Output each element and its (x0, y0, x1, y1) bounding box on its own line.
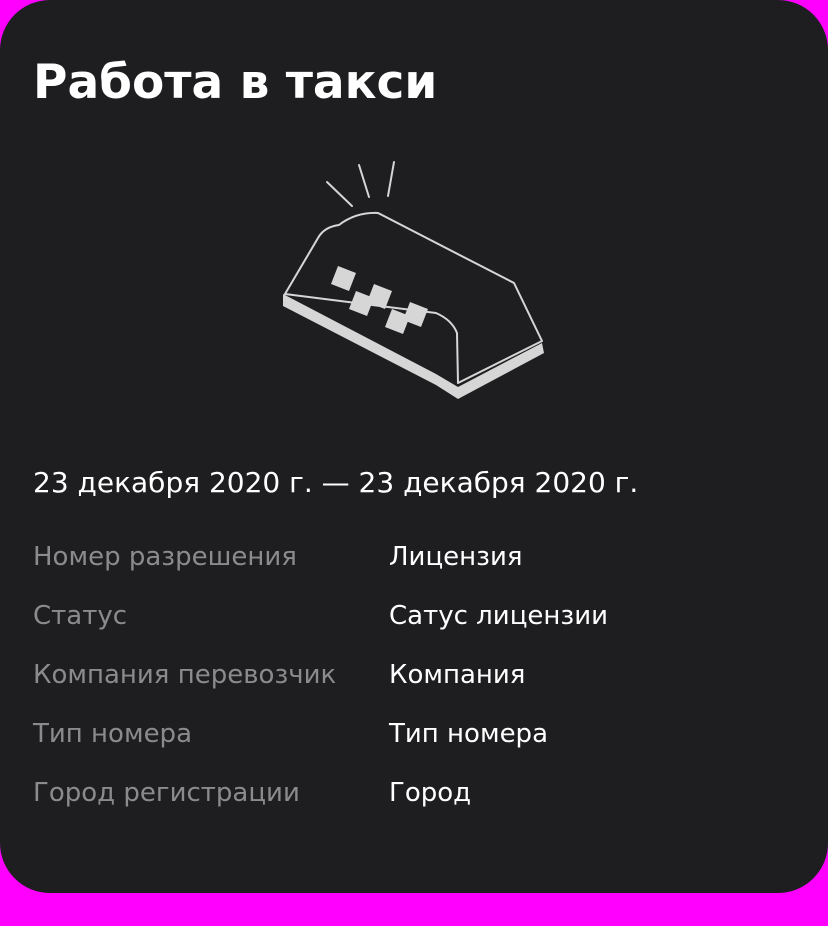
detail-row-plate-type: Тип номера Тип номера (33, 714, 793, 773)
detail-value: Тип номера (389, 719, 548, 749)
detail-value: Компания (389, 660, 526, 690)
detail-label: Тип номера (33, 719, 192, 749)
detail-value: Сатус лицензии (389, 601, 609, 631)
license-details-list: Номер разрешения Лицензия Статус Сатус л… (33, 537, 793, 832)
detail-label: Город регистрации (33, 778, 300, 808)
detail-row-carrier-company: Компания перевозчик Компания (33, 655, 793, 714)
detail-row-registration-city: Город регистрации Город (33, 773, 793, 832)
detail-label: Статус (33, 601, 128, 631)
detail-row-permit-number: Номер разрешения Лицензия (33, 537, 793, 596)
taxi-work-card: Работа в такси 23 декабря 2020 г. — 23 д… (0, 0, 828, 893)
detail-value: Город (389, 778, 472, 808)
detail-label: Компания перевозчик (33, 660, 337, 690)
detail-value: Лицензия (389, 542, 523, 572)
taxi-roof-sign-icon (276, 155, 552, 405)
card-title: Работа в такси (33, 55, 438, 110)
detail-row-status: Статус Сатус лицензии (33, 596, 793, 655)
validity-date-range: 23 декабря 2020 г. — 23 декабря 2020 г. (33, 466, 639, 499)
detail-label: Номер разрешения (33, 542, 297, 572)
